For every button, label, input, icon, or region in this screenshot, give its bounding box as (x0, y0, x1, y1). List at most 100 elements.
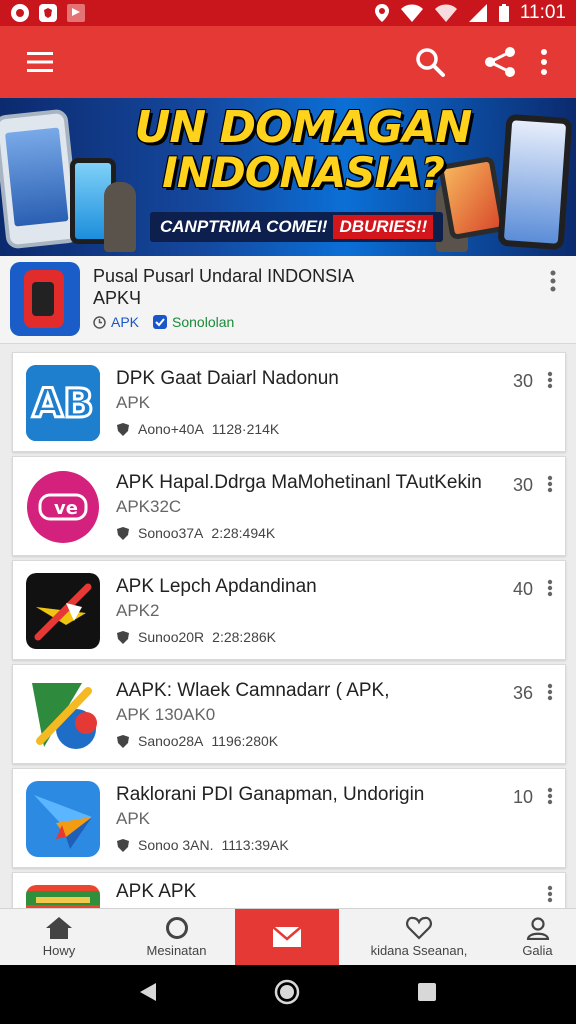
banner-tagline: CANPTRIMA COMEI! DBURIES!! (150, 212, 444, 242)
user-icon (526, 917, 549, 940)
app-name: Raklorani PDI Ganapman, Undorigin (116, 784, 425, 805)
app-count: 30 (512, 475, 533, 495)
nav-mesinatan-label: Mesinatan (146, 943, 207, 958)
app-more-button[interactable] (547, 787, 553, 810)
notification-circle-icon (11, 4, 29, 22)
system-status: 11:01 (374, 2, 566, 24)
featured-app-subtitle: APKЧ (93, 288, 142, 308)
app-meta-b: 1128·214K (211, 421, 280, 437)
signal-icon (468, 4, 487, 22)
app-more-button[interactable] (547, 475, 553, 498)
back-icon (140, 983, 156, 1001)
featured-app-title: Pusal Pusarl Undaral INDONSIA (93, 266, 355, 286)
recents-button[interactable] (416, 981, 438, 1008)
list-item[interactable]: Raklorani PDI Ganapman, Undorigin APK So… (12, 768, 566, 868)
banner-title: UN DOMAGAN INDONASIA? (98, 106, 508, 194)
nav-kidana[interactable]: kidana Sseanan, (339, 909, 499, 965)
verified-check-icon (153, 315, 168, 329)
app-meta-a: Aono+40A (138, 421, 204, 437)
app-count: 30 (512, 371, 533, 391)
location-icon (374, 4, 389, 22)
featured-meta-apk-label: APK (111, 314, 140, 330)
kebab-icon (547, 885, 553, 903)
app-name: AAPK: Wlaek Camnadarr ( APK, (116, 680, 390, 701)
app-more-button[interactable] (547, 371, 553, 394)
plane-logo-icon (26, 781, 100, 857)
nav-kidana-label: kidana Sseanan, (370, 943, 468, 958)
app-meta-a: Sunoo20R (138, 629, 205, 645)
app-meta-b: 2:28:494K (211, 525, 276, 541)
kebab-icon (547, 371, 553, 389)
svg-text:ve: ve (54, 498, 78, 519)
app-name: APK Lepch Apdandinan (116, 576, 317, 597)
app-meta: Sanoo28A 1196:280K (116, 733, 278, 749)
list-item[interactable]: ve APK Hapal.Ddrga MaMohetinanl TAutKeki… (12, 456, 566, 556)
list-item[interactable]: AB DPK Gaat Daiarl Nadonun APK Aono+40A … (12, 352, 566, 452)
app-sub: APK32C (116, 497, 182, 516)
kebab-icon (547, 475, 553, 493)
heart-icon (406, 916, 432, 940)
nav-galia[interactable]: Galia (499, 909, 576, 965)
shield-icon (117, 838, 129, 852)
banner-phone-right (497, 113, 573, 251)
circle-icon (165, 917, 188, 939)
system-nav-bar (0, 965, 576, 1024)
notification-shield-icon (39, 4, 57, 22)
kebab-icon (547, 787, 553, 805)
shield-icon (117, 630, 129, 644)
app-meta: Aono+40A 1128·214K (116, 421, 279, 437)
app-meta-b: 1113:39AK (221, 837, 289, 853)
kebab-icon (550, 270, 556, 292)
menu-button[interactable] (20, 42, 60, 82)
promo-banner[interactable]: UN DOMAGAN INDONASIA? CANPTRIMA COMEI! D… (0, 98, 576, 256)
search-button[interactable] (410, 42, 450, 82)
app-name: DPK Gaat Daiarl Nadonun (116, 368, 339, 389)
kebab-icon (547, 579, 553, 597)
notification-flag-icon (67, 4, 85, 22)
home-system-button[interactable] (274, 979, 300, 1010)
overflow-menu-button[interactable] (532, 42, 556, 82)
app-meta: Sonoo37A 2:28:494K (116, 525, 275, 541)
share-button[interactable] (480, 42, 520, 82)
status-bar: 11:01 (0, 0, 576, 26)
wifi-icon (400, 4, 423, 22)
kebab-icon (547, 683, 553, 701)
list-item[interactable]: AAPK: Wlaek Camnadarr ( APK, APK 130AK0 … (12, 664, 566, 764)
app-meta: Sonoo 3AN. 1113:39AK (116, 837, 289, 853)
wifi-secondary-icon (434, 4, 457, 22)
app-meta: Sunoo20R 2:28:286K (116, 629, 276, 645)
app-sub: APK2 (116, 601, 160, 620)
banner-tag-2: DBURIES!! (333, 215, 434, 239)
app-meta-b: 1196:280K (211, 733, 279, 749)
nav-home[interactable]: Howy (0, 909, 118, 965)
featured-more-button[interactable] (550, 270, 556, 297)
mail-icon (272, 926, 302, 947)
back-button[interactable] (138, 981, 158, 1008)
app-more-button[interactable] (547, 885, 553, 908)
featured-app[interactable]: Pusal Pusarl Undaral INDONSIA APKЧ APK S… (0, 256, 576, 344)
app-count: 40 (512, 579, 533, 599)
banner-title-line1: UN DOMAGAN (134, 102, 473, 153)
shield-icon (117, 526, 129, 540)
home-circle-icon (274, 979, 300, 1005)
app-meta-a: Sonoo37A (138, 525, 204, 541)
ove-logo-icon: ve (26, 469, 100, 545)
app-meta-a: Sanoo28A (138, 733, 204, 749)
app-more-button[interactable] (547, 579, 553, 602)
nav-mail[interactable] (235, 909, 339, 965)
banner-phone-left (0, 108, 81, 250)
list-item[interactable]: APK APK (12, 872, 566, 912)
hamburger-icon (27, 52, 53, 72)
svg-text:AB: AB (32, 381, 93, 427)
arrow-logo-icon (26, 573, 100, 649)
app-name: APK APK (116, 881, 197, 902)
nav-home-label: Howy (42, 943, 76, 958)
app-more-button[interactable] (547, 683, 553, 706)
app-meta-b: 2:28:286K (212, 629, 277, 645)
nav-mesinatan[interactable]: Mesinatan (118, 909, 235, 965)
list-item[interactable]: APK Lepch Apdandinan APK2 Sunoo20R 2:28:… (12, 560, 566, 660)
banner-title-line2: INDONASIA? (162, 148, 445, 197)
app-sub: APK (116, 809, 151, 828)
app-list: AB DPK Gaat Daiarl Nadonun APK Aono+40A … (12, 352, 566, 916)
app-name: APK Hapal.Ddrga MaMohetinanl TAutKekin (116, 472, 482, 493)
